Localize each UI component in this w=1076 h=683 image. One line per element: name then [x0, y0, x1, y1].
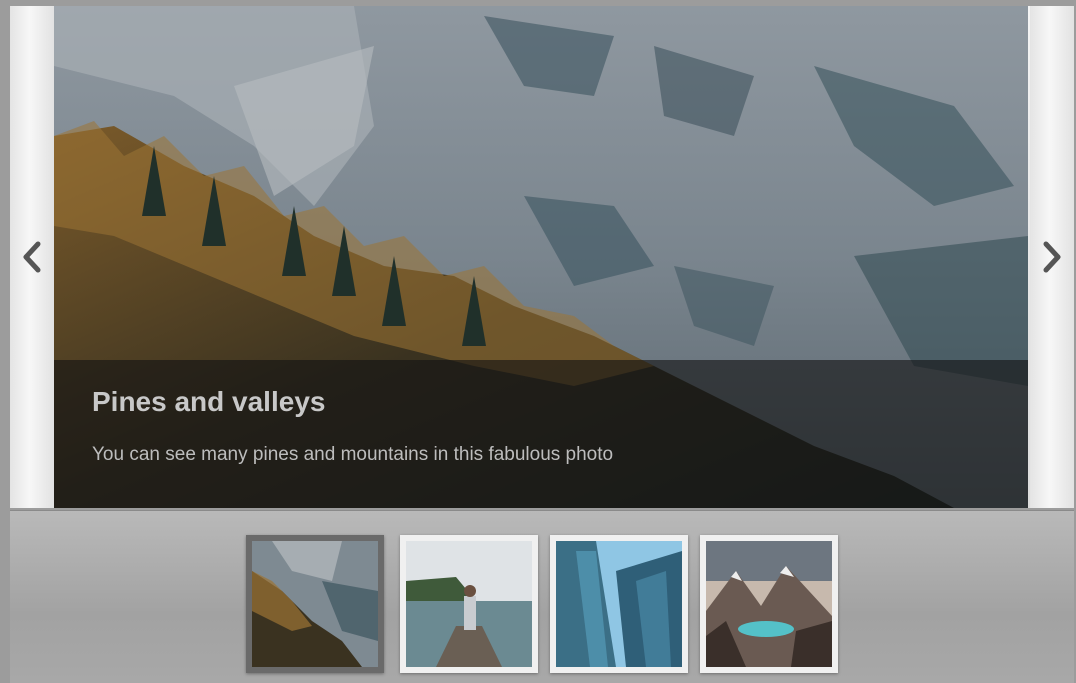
buildings-thumbnail-image — [556, 541, 682, 667]
pines-thumbnail-image — [252, 541, 378, 667]
slide-caption: Pines and valleys You can see many pines… — [54, 360, 1028, 508]
chevron-right-icon — [1043, 241, 1061, 273]
thumbnail-woman-lake-dock[interactable] — [400, 535, 538, 673]
slide-title: Pines and valleys — [92, 386, 326, 417]
thumbnail-pines-valleys[interactable] — [246, 535, 384, 673]
thumbnail-glass-buildings[interactable] — [550, 535, 688, 673]
thumbnail-mountain-lake[interactable] — [700, 535, 838, 673]
thumbnail-strip — [10, 510, 1074, 683]
chevron-left-icon — [23, 241, 41, 273]
next-slide-button[interactable] — [1030, 6, 1074, 508]
slide-description: You can see many pines and mountains in … — [92, 444, 614, 465]
mountain-lake-thumbnail-image — [706, 541, 832, 667]
main-slide-image: Pines and valleys You can see many pines… — [54, 6, 1028, 508]
lake-dock-thumbnail-image — [406, 541, 532, 667]
previous-slide-button[interactable] — [10, 6, 54, 508]
image-slider: Pines and valleys You can see many pines… — [10, 6, 1074, 508]
